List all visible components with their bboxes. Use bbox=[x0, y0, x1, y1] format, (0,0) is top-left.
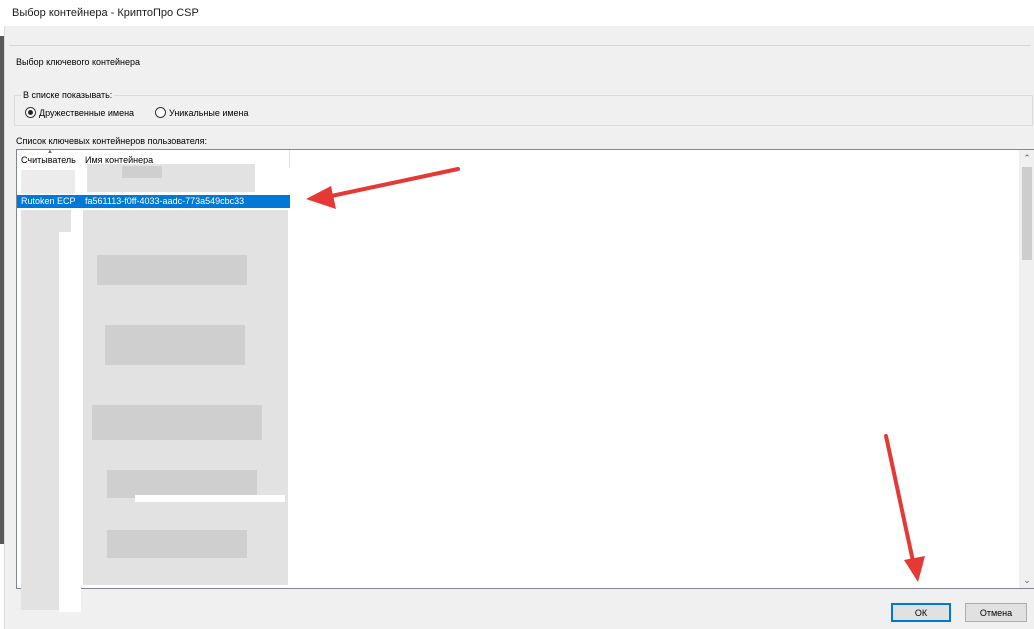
radio-checked-icon bbox=[25, 107, 36, 118]
ok-button[interactable]: ОК bbox=[891, 603, 951, 622]
blurred-container-cell bbox=[122, 166, 162, 178]
scroll-thumb[interactable] bbox=[1022, 167, 1032, 260]
blurred-reader-cell bbox=[21, 170, 75, 194]
blurred-container-cell bbox=[92, 405, 262, 440]
selected-reader-cell: Rutoken ECP bbox=[21, 196, 76, 206]
blurred-container-cell bbox=[107, 470, 257, 498]
scroll-up-icon[interactable]: ⌃ bbox=[1019, 150, 1034, 166]
title-bar: Выбор контейнера - КриптоПро CSP bbox=[0, 0, 1034, 26]
vertical-scrollbar[interactable]: ⌃ ⌄ bbox=[1019, 150, 1034, 588]
window-title: Выбор контейнера - КриптоПро CSP bbox=[12, 7, 199, 19]
dialog-body: Выбор ключевого контейнера В списке пока… bbox=[4, 26, 1034, 629]
cancel-button[interactable]: Отмена bbox=[965, 603, 1027, 622]
selected-container-cell: fa561113-f0ff-4033-aadc-773a549cbc33 bbox=[85, 196, 245, 206]
header-panel: Выбор ключевого контейнера bbox=[5, 26, 1034, 86]
friendly-names-radio[interactable]: Дружественные имена bbox=[25, 107, 134, 118]
header-title: Выбор ключевого контейнера bbox=[16, 57, 141, 67]
blurred-container-cell bbox=[105, 325, 245, 365]
unique-names-label: Уникальные имена bbox=[169, 107, 249, 118]
radio-unchecked-icon bbox=[155, 107, 166, 118]
column-header-reader[interactable]: Считыватель bbox=[21, 155, 76, 165]
column-divider[interactable] bbox=[289, 150, 290, 168]
container-list[interactable]: ▲ Считыватель Имя контейнера Rutoken ECP… bbox=[16, 149, 1034, 612]
blurred-gap bbox=[59, 232, 81, 612]
container-list-label: Список ключевых контейнеров пользователя… bbox=[16, 136, 208, 146]
blurred-gap bbox=[135, 495, 285, 502]
friendly-names-label: Дружественные имена bbox=[39, 107, 135, 118]
scroll-down-icon[interactable]: ⌄ bbox=[1019, 572, 1034, 588]
blurred-container-cell bbox=[87, 164, 255, 192]
blurred-container-cell bbox=[107, 530, 247, 558]
list-row-selected[interactable]: Rutoken ECP fa561113-f0ff-4033-aadc-773a… bbox=[17, 195, 290, 208]
display-options-legend: В списке показывать: bbox=[21, 90, 115, 100]
blurred-container-cell bbox=[97, 255, 247, 285]
unique-names-radio[interactable]: Уникальные имена bbox=[155, 107, 249, 118]
header-separator bbox=[9, 45, 1031, 46]
